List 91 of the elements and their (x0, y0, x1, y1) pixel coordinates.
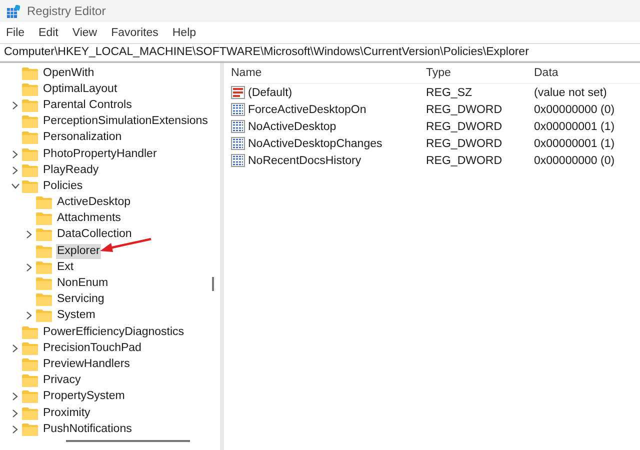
tree-item[interactable]: Parental Controls (42, 98, 133, 113)
tree-item[interactable]: DataCollection (56, 227, 133, 242)
folder-icon (22, 422, 38, 436)
folder-icon (22, 148, 38, 161)
value-name[interactable]: NoActiveDesktopChanges (248, 138, 382, 150)
value-name[interactable]: NoActiveDesktop (248, 120, 336, 132)
menu-item[interactable]: Edit (38, 26, 58, 38)
tree-item[interactable]: PrecisionTouchPad (42, 340, 142, 356)
expand-chevron-icon[interactable] (12, 408, 18, 418)
value-type: REG_DWORD (426, 104, 504, 116)
folder-icon (22, 131, 38, 144)
horizontal-scrollbar-thumb[interactable] (66, 440, 190, 442)
value-name[interactable]: (Default) (248, 86, 292, 98)
value-type: REG_DWORD (426, 120, 504, 132)
tree-item[interactable]: PhotoPropertyHandler (42, 146, 158, 162)
folder-icon (22, 406, 38, 420)
value-name[interactable]: ForceActiveDesktopOn (248, 104, 366, 116)
folder-icon (22, 342, 38, 355)
expand-chevron-icon[interactable] (12, 424, 18, 434)
folder-icon (36, 244, 52, 258)
tree-item[interactable]: ActiveDesktop (56, 195, 132, 210)
string-value-icon (231, 86, 245, 99)
registry-editor-icon (7, 4, 20, 18)
tree-item[interactable]: Servicing (56, 292, 106, 308)
expand-chevron-icon[interactable] (12, 392, 18, 402)
tree-item[interactable]: PushNotifications (42, 422, 133, 437)
folder-icon (22, 164, 38, 177)
expand-chevron-icon[interactable] (12, 344, 18, 353)
folder-icon (36, 277, 52, 290)
value-name[interactable]: NoRecentDocsHistory (248, 154, 362, 166)
tree-item[interactable]: Proximity (42, 406, 92, 421)
address-bar[interactable]: Computer\HKEY_LOCAL_MACHINE\SOFTWARE\Microsoft\Windows\CurrentVersion\Policies\Explorer (0, 43, 640, 62)
vertical-scrollbar-thumb[interactable] (212, 277, 214, 291)
binary-value-icon (231, 120, 245, 133)
tree-item[interactable]: Policies (42, 178, 84, 194)
folder-icon (22, 115, 38, 128)
tree-item[interactable]: Attachments (56, 211, 122, 226)
column-header[interactable]: Type (426, 67, 534, 79)
folder-icon (36, 196, 52, 210)
folder-icon (22, 98, 38, 112)
folder-icon (36, 228, 52, 242)
value-type: REG_DWORD (426, 138, 504, 150)
expand-chevron-icon[interactable] (26, 230, 32, 240)
value-data: 0x00000001 (1) (534, 120, 616, 132)
menu-item[interactable]: Help (172, 26, 196, 38)
menu-item[interactable]: Favorites (111, 26, 158, 38)
tree-item[interactable]: NonEnum (56, 276, 110, 292)
tree-item[interactable]: Privacy (42, 373, 82, 388)
expand-chevron-icon[interactable] (12, 100, 18, 110)
window-title: Registry Editor (27, 4, 106, 18)
menu-item[interactable]: File (6, 26, 25, 38)
folder-icon (22, 390, 38, 404)
tree-item[interactable]: Personalization (42, 130, 123, 146)
expand-chevron-icon[interactable] (12, 166, 18, 175)
column-header[interactable]: Data (534, 67, 634, 79)
expand-chevron-icon[interactable] (26, 311, 32, 320)
folder-icon (36, 293, 52, 306)
menu-item[interactable]: View (72, 26, 98, 38)
tree-item[interactable]: Explorer (56, 244, 101, 259)
value-data: 0x00000000 (0) (534, 104, 616, 116)
folder-icon (22, 82, 38, 96)
folder-icon (22, 180, 38, 193)
folder-icon (36, 260, 52, 274)
folder-icon (22, 66, 38, 80)
column-header[interactable]: Name (230, 67, 426, 79)
folder-icon (36, 212, 52, 226)
folder-icon (22, 358, 38, 371)
annotation-arrow-drawing (100, 238, 152, 254)
tree-item[interactable]: Ext (56, 260, 75, 275)
tree-item[interactable]: OpenWith (42, 66, 96, 81)
value-data: 0x00000000 (0) (534, 154, 616, 166)
expand-chevron-icon[interactable] (26, 262, 32, 272)
tree-item[interactable]: PreviewHandlers (42, 356, 131, 372)
folder-icon (22, 326, 38, 339)
value-data: 0x00000001 (1) (534, 138, 616, 150)
binary-value-icon (231, 137, 245, 150)
tree-item[interactable]: PlayReady (42, 162, 100, 178)
folder-icon (36, 309, 52, 322)
collapse-chevron-icon[interactable] (10, 183, 20, 190)
folder-icon (22, 374, 38, 388)
tree-item[interactable]: PerceptionSimulationExtensions (42, 114, 209, 130)
tree-item[interactable]: PowerEfficiencyDiagnostics (42, 324, 186, 340)
binary-value-icon (231, 103, 245, 116)
tree-item[interactable]: PropertySystem (42, 389, 126, 404)
value-data: (value not set) (534, 86, 608, 98)
expand-chevron-icon[interactable] (12, 150, 18, 159)
tree-item[interactable]: System (56, 308, 96, 324)
value-type: REG_SZ (426, 86, 474, 98)
binary-value-icon (231, 154, 245, 167)
value-type: REG_DWORD (426, 154, 504, 166)
tree-item[interactable]: OptimalLayout (42, 82, 118, 97)
